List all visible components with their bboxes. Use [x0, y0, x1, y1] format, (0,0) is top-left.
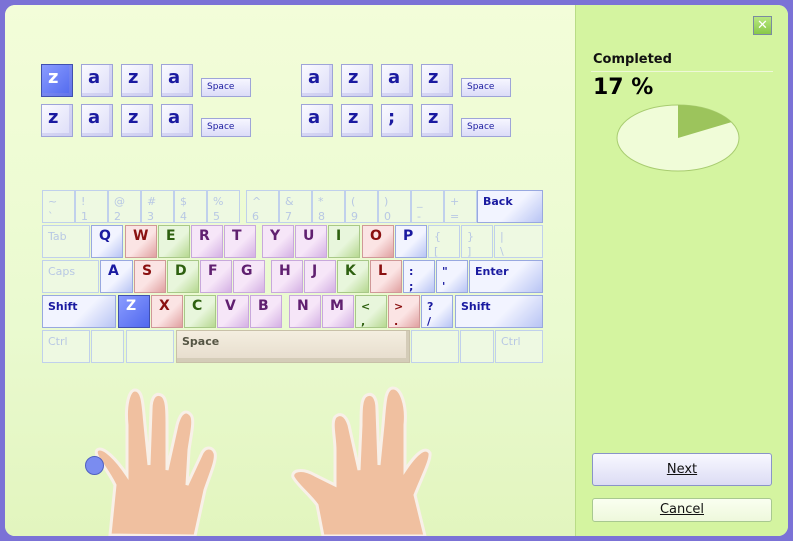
typing-tutor-window: z a z a Space a z a z Space z a z a Space a z; z Space ~ `…: [5, 5, 788, 536]
progress-panel: ✕ Completed 17 % Next Cancel: [575, 5, 788, 536]
close-button[interactable]: ✕: [753, 16, 772, 35]
divider: [591, 71, 773, 72]
lesson-area: z a z a Space a z a z Space z a z a Space a z; z Space ~ `…: [5, 5, 575, 536]
next-button[interactable]: Next: [592, 453, 772, 486]
left-hand: [94, 388, 217, 536]
progress-pie: [616, 104, 740, 172]
close-icon: ✕: [757, 18, 768, 33]
right-hand: [291, 386, 432, 536]
cancel-button[interactable]: Cancel: [592, 498, 772, 522]
completed-label: Completed: [593, 52, 672, 67]
finger-indicator: [85, 456, 104, 475]
percent-completed: 17 %: [593, 75, 654, 100]
